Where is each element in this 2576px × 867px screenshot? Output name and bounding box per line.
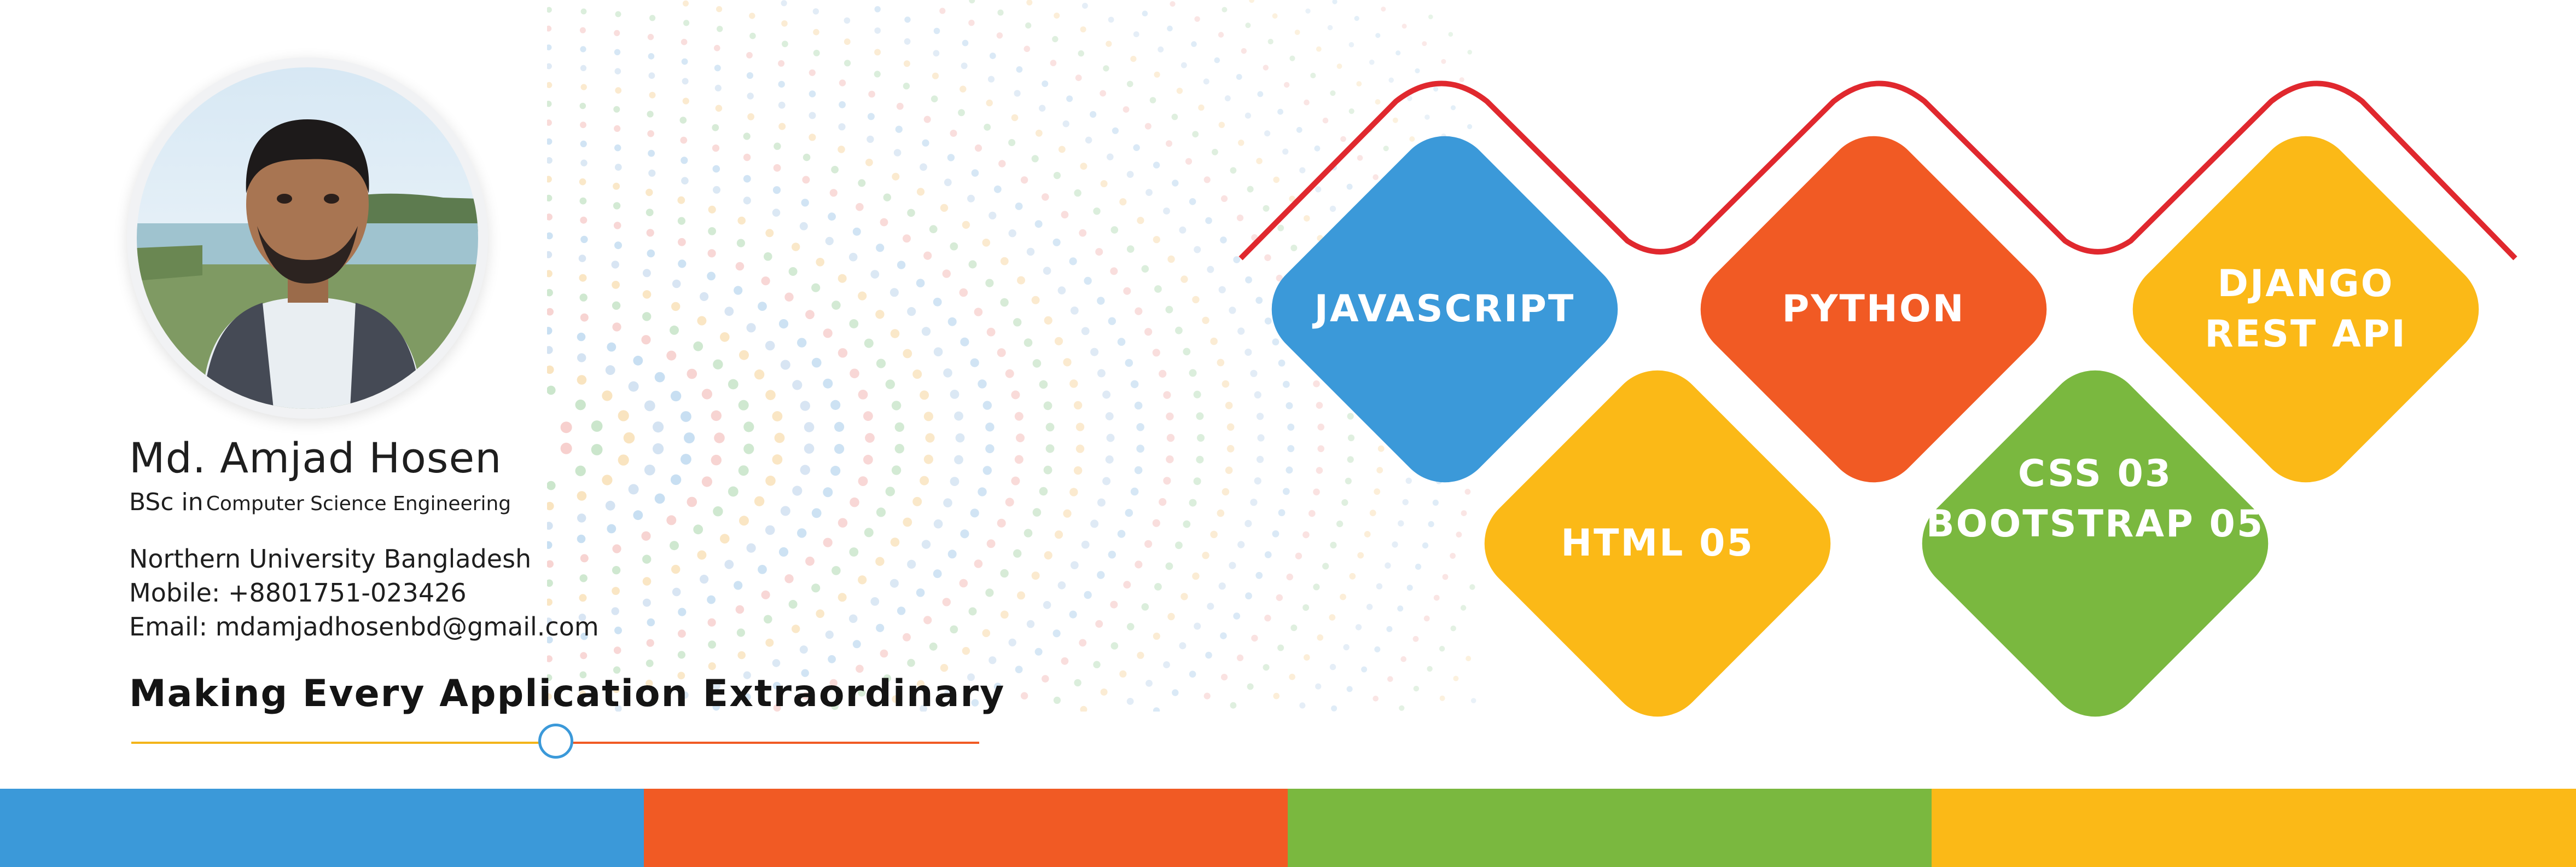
- skill-html-line-1: HTML 05: [1561, 522, 1754, 565]
- skill-javascript-line-1: JAVASCRIPT: [1314, 287, 1575, 331]
- banner: Md. Amjad Hosen BSc in Computer Science …: [0, 0, 2576, 867]
- skill-label-django: DJANGO REST API: [2098, 259, 2514, 360]
- skill-python-line-1: PYTHON: [1782, 287, 1966, 331]
- stripe-green: [1288, 789, 1932, 867]
- stripe-yellow: [1932, 789, 2576, 867]
- skill-label-python: PYTHON: [1666, 284, 2081, 334]
- skill-css-line-1: CSS 03: [2017, 452, 2173, 495]
- skill-label-javascript: JAVASCRIPT: [1237, 284, 1653, 334]
- skill-django-line-2: REST API: [2205, 313, 2407, 356]
- skills-area: JAVASCRIPT PYTHON DJANGO REST API HTML 0…: [0, 0, 2576, 867]
- skill-bootstrap-line-2: BOOTSTRAP 05: [1926, 502, 2265, 546]
- skill-label-css-bootstrap: CSS 03 BOOTSTRAP 05: [1887, 449, 2303, 550]
- stripe-orange: [644, 789, 1288, 867]
- skill-django-line-1: DJANGO: [2217, 262, 2394, 305]
- skill-label-html: HTML 05: [1450, 518, 1865, 569]
- wave-line: [1238, 80, 2517, 261]
- stripe-blue: [0, 789, 644, 867]
